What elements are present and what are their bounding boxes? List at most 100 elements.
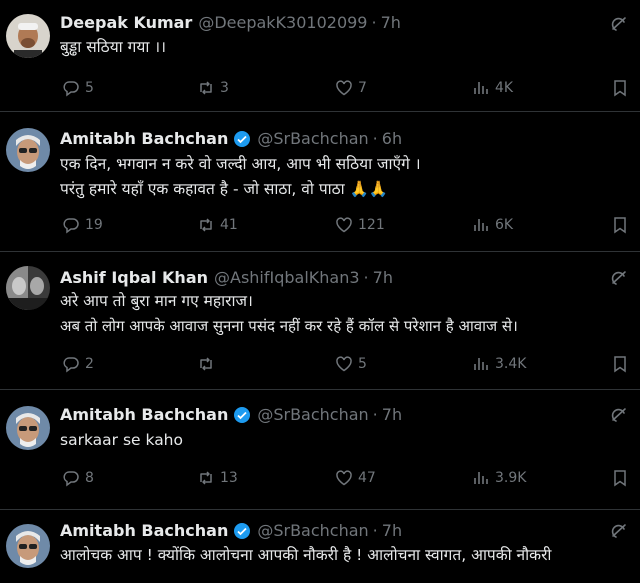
views-button[interactable]: 6K (472, 214, 513, 236)
grok-icon[interactable] (610, 522, 628, 540)
action-bar: 5 3 7 4K (60, 77, 640, 99)
tweet-line: एक दिन, भगवान न करे वो जल्दी आय, आप भी स… (60, 155, 421, 173)
tweet[interactable]: Amitabh Bachchan @SrBachchan · 7h sarkaa… (0, 390, 640, 510)
repost-button[interactable]: 13 (197, 467, 238, 489)
like-button[interactable]: 7 (335, 77, 367, 99)
tweet[interactable]: Deepak Kumar @DeepakK30102099 · 7h बुड्ढ… (0, 0, 640, 112)
tweet-line: अरे आप तो बुरा मान गए महाराज। (60, 292, 253, 310)
tweet-text: एक दिन, भगवान न करे वो जल्दी आय, आप भी स… (60, 152, 632, 202)
like-count: 5 (358, 356, 367, 372)
avatar[interactable] (6, 524, 50, 568)
bookmark-button[interactable] (611, 353, 634, 375)
author-name[interactable]: Amitabh Bachchan (60, 521, 228, 540)
author-name[interactable]: Amitabh Bachchan (60, 405, 228, 424)
bookmark-icon (614, 356, 626, 373)
repost-icon (200, 81, 212, 95)
separator-dot: · (372, 129, 378, 148)
repost-count: 3 (220, 80, 229, 96)
bookmark-icon (614, 80, 626, 97)
timestamp[interactable]: 7h (373, 268, 393, 287)
tweet-line: आलोचक आप ! क्योंकि आलोचना आपकी नौकरी है … (60, 546, 552, 564)
views-icon (474, 219, 488, 231)
grok-icon[interactable] (610, 406, 628, 424)
tweet[interactable]: Amitabh Bachchan @SrBachchan · 6h एक दिन… (0, 112, 640, 252)
verified-badge-icon (234, 406, 251, 423)
author-handle[interactable]: @AshifIqbalKhan3 (214, 268, 360, 287)
timestamp[interactable]: 7h (381, 13, 401, 32)
views-button[interactable]: 3.4K (472, 353, 526, 375)
tweet-text: sarkaar se kaho (60, 428, 632, 453)
avatar[interactable] (6, 14, 50, 58)
author-handle[interactable]: @SrBachchan (257, 405, 368, 424)
views-count: 3.4K (495, 356, 527, 372)
avatar[interactable] (6, 128, 50, 172)
separator-dot: · (371, 13, 377, 32)
bookmark-icon (614, 470, 626, 487)
avatar[interactable] (6, 406, 50, 450)
bookmark-button[interactable] (611, 214, 634, 236)
timestamp[interactable]: 7h (382, 405, 402, 424)
author-name[interactable]: Amitabh Bachchan (60, 129, 228, 148)
timestamp[interactable]: 7h (382, 521, 402, 540)
reply-icon (63, 218, 79, 234)
author-handle[interactable]: @SrBachchan (257, 521, 368, 540)
author-handle[interactable]: @DeepakK30102099 (198, 13, 367, 32)
bookmark-button[interactable] (611, 467, 634, 489)
like-button[interactable]: 5 (335, 353, 367, 375)
repost-button[interactable] (197, 353, 220, 375)
reply-count: 19 (85, 217, 103, 233)
action-bar: 2 5 3.4K (60, 353, 640, 375)
views-button[interactable]: 3.9K (472, 467, 526, 489)
reply-button[interactable]: 8 (62, 467, 94, 489)
separator-dot: · (372, 521, 378, 540)
author-handle[interactable]: @SrBachchan (257, 129, 368, 148)
views-count: 4K (495, 80, 514, 96)
separator-dot: · (372, 405, 378, 424)
author-name[interactable]: Deepak Kumar (60, 13, 192, 32)
repost-button[interactable]: 41 (197, 214, 238, 236)
tweet[interactable]: Amitabh Bachchan @SrBachchan · 7h आलोचक … (0, 510, 640, 583)
bookmark-button[interactable] (611, 77, 634, 99)
views-count: 3.9K (495, 470, 527, 486)
views-count: 6K (495, 217, 514, 233)
separator-dot: · (363, 268, 369, 287)
tweet-line: परंतु हमारे यहाँ एक कहावत है - जो साठा, … (60, 180, 389, 198)
timestamp[interactable]: 6h (382, 129, 402, 148)
like-count: 7 (358, 80, 367, 96)
tweet-line: अब तो लोग आपके आवाज सुनना पसंद नहीं कर र… (60, 317, 518, 335)
like-icon (336, 470, 352, 486)
action-bar: 19 41 121 6K (60, 214, 640, 236)
reply-button[interactable]: 19 (62, 214, 103, 236)
like-count: 47 (358, 470, 376, 486)
like-icon (336, 356, 352, 372)
like-button[interactable]: 121 (335, 214, 385, 236)
like-icon (336, 217, 352, 233)
tweet-text: आलोचक आप ! क्योंकि आलोचना आपकी नौकरी है … (60, 543, 632, 568)
tweet-text: बुड्ढा सठिया गया ।। (60, 35, 632, 60)
verified-badge-icon (234, 130, 251, 147)
like-button[interactable]: 47 (335, 467, 376, 489)
like-count: 121 (358, 217, 385, 233)
action-bar: 8 13 47 3.9K (60, 467, 640, 489)
repost-button[interactable]: 3 (197, 77, 229, 99)
repost-count: 13 (220, 470, 238, 486)
repost-icon (200, 357, 212, 371)
reply-icon (63, 81, 79, 97)
tweet[interactable]: Ashif Iqbal Khan @AshifIqbalKhan3 · 7h अ… (0, 252, 640, 390)
reply-button[interactable]: 2 (62, 353, 94, 375)
repost-icon (200, 218, 212, 232)
views-icon (474, 472, 488, 484)
tweet-line: sarkaar se kaho (60, 431, 183, 449)
tweet-text: अरे आप तो बुरा मान गए महाराज। अब तो लोग … (60, 289, 632, 339)
grok-icon[interactable] (610, 269, 628, 287)
reply-button[interactable]: 5 (62, 77, 94, 99)
grok-icon[interactable] (610, 15, 628, 33)
author-name[interactable]: Ashif Iqbal Khan (60, 268, 208, 287)
views-icon (474, 358, 488, 370)
views-icon (474, 82, 488, 94)
reply-count: 8 (85, 470, 94, 486)
avatar[interactable] (6, 266, 50, 310)
verified-badge-icon (234, 522, 251, 539)
views-button[interactable]: 4K (472, 77, 513, 99)
reply-icon (63, 471, 79, 487)
